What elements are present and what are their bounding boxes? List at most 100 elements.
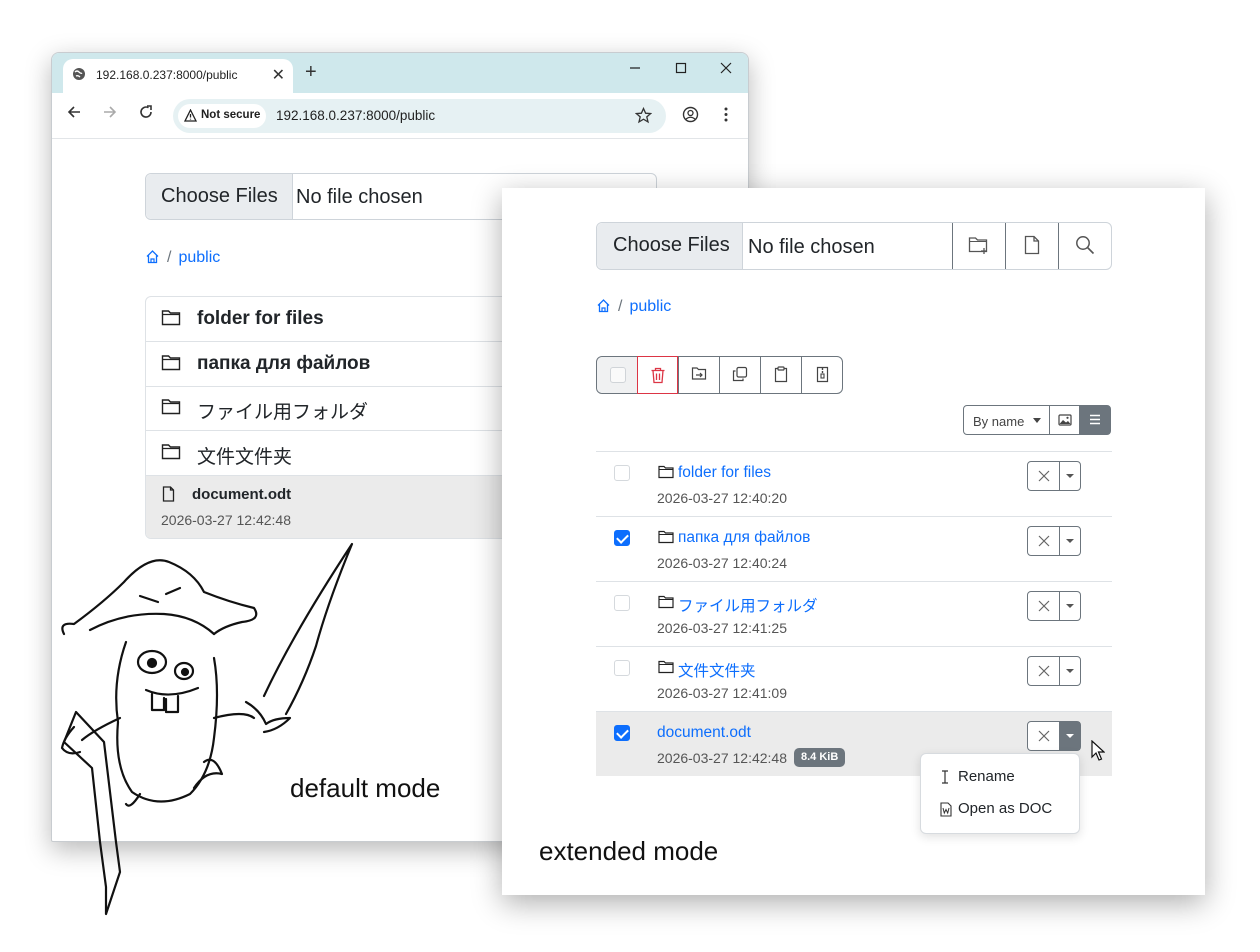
table-row[interactable]: папка для файлов 2026-03-27 12:40:24 bbox=[596, 516, 1112, 581]
search-icon bbox=[1059, 235, 1111, 255]
row-action-group bbox=[1027, 591, 1081, 621]
new-file-icon bbox=[1006, 235, 1058, 255]
paste-icon bbox=[761, 366, 801, 383]
row-menu-toggle[interactable] bbox=[1059, 722, 1080, 750]
move-icon bbox=[679, 366, 719, 381]
account-icon[interactable] bbox=[682, 106, 699, 123]
star-icon[interactable] bbox=[635, 107, 652, 124]
maximize-icon[interactable] bbox=[675, 62, 687, 74]
row-action-group bbox=[1027, 721, 1081, 751]
browser-tab[interactable]: 192.168.0.237:8000/public ✕ bbox=[63, 59, 293, 93]
table-row[interactable]: 文件文件夹 2026-03-27 12:41:09 bbox=[596, 646, 1112, 711]
row-action-group bbox=[1027, 461, 1081, 491]
back-icon[interactable] bbox=[67, 105, 81, 119]
image-view-button[interactable] bbox=[1049, 405, 1080, 435]
breadcrumb-current[interactable]: public bbox=[178, 249, 220, 266]
zip-icon bbox=[802, 366, 842, 383]
item-name-link[interactable]: document.odt bbox=[657, 724, 751, 742]
delete-selected-button[interactable] bbox=[637, 356, 678, 394]
menu-item-rename[interactable]: Rename bbox=[921, 762, 1079, 792]
breadcrumb-separator: / bbox=[167, 249, 172, 266]
no-file-chosen-label: No file chosen bbox=[748, 236, 875, 258]
folder-icon bbox=[161, 309, 181, 326]
breadcrumb: / public bbox=[596, 298, 671, 316]
sort-dropdown[interactable]: By name bbox=[963, 405, 1050, 435]
pirate-doodle-illustration bbox=[54, 542, 364, 922]
item-date: 2026-03-27 12:40:20 bbox=[657, 490, 787, 506]
archive-button[interactable] bbox=[801, 356, 842, 394]
extended-mode-panel: Choose Files No file chosen / public By … bbox=[502, 188, 1205, 895]
menu-item-open-as-doc[interactable]: Open as DOC bbox=[921, 794, 1079, 824]
folder-name: 文件文件夹 bbox=[197, 447, 293, 468]
table-row[interactable]: folder for files 2026-03-27 12:40:20 bbox=[596, 451, 1112, 516]
image-view-icon bbox=[1050, 414, 1079, 426]
item-date: 2026-03-27 12:42:48 bbox=[657, 750, 787, 766]
new-tab-button[interactable]: + bbox=[305, 61, 317, 84]
copy-button[interactable] bbox=[719, 356, 760, 394]
kebab-menu-icon[interactable] bbox=[723, 106, 729, 123]
security-label: Not secure bbox=[201, 109, 261, 121]
row-checkbox[interactable] bbox=[614, 725, 630, 741]
item-name-link[interactable]: папка для файлов bbox=[678, 529, 810, 547]
row-checkbox[interactable] bbox=[614, 465, 630, 481]
warning-icon bbox=[184, 109, 197, 122]
home-icon[interactable] bbox=[145, 249, 160, 264]
mouse-pointer-icon bbox=[1091, 740, 1105, 762]
row-checkbox[interactable] bbox=[614, 660, 630, 676]
new-file-button[interactable] bbox=[1005, 223, 1058, 269]
choose-files-button[interactable]: Choose Files bbox=[146, 174, 293, 219]
delete-item-button[interactable] bbox=[1028, 527, 1059, 555]
reload-icon[interactable] bbox=[139, 105, 153, 119]
close-window-icon[interactable] bbox=[720, 62, 732, 74]
folder-name: ファイル用フォルダ bbox=[197, 402, 369, 423]
word-doc-icon bbox=[940, 802, 952, 817]
delete-item-button[interactable] bbox=[1028, 592, 1059, 620]
choose-files-button[interactable]: Choose Files bbox=[597, 223, 743, 269]
list-view-button[interactable] bbox=[1079, 405, 1111, 435]
folder-name: папка для файлов bbox=[197, 353, 371, 374]
browser-toolbar: Not secure 192.168.0.237:8000/public bbox=[52, 93, 748, 139]
close-tab-icon[interactable]: ✕ bbox=[272, 65, 285, 85]
row-checkbox[interactable] bbox=[614, 595, 630, 611]
security-chip[interactable]: Not secure bbox=[178, 104, 266, 128]
breadcrumb-current[interactable]: public bbox=[629, 298, 671, 315]
bulk-action-toolbar bbox=[596, 356, 843, 394]
new-folder-button[interactable] bbox=[952, 223, 1005, 269]
file-upload-input[interactable]: Choose Files No file chosen bbox=[596, 222, 1112, 270]
address-bar[interactable]: Not secure 192.168.0.237:8000/public bbox=[173, 99, 666, 133]
row-menu-toggle[interactable] bbox=[1059, 657, 1080, 685]
forward-icon[interactable] bbox=[103, 105, 117, 119]
copy-icon bbox=[720, 366, 760, 382]
row-checkbox[interactable] bbox=[614, 530, 630, 546]
close-icon bbox=[1028, 535, 1059, 547]
menu-item-label: Open as DOC bbox=[958, 800, 1053, 817]
tab-strip: 192.168.0.237:8000/public ✕ + bbox=[52, 53, 748, 93]
extended-mode-caption: extended mode bbox=[539, 836, 719, 866]
home-icon[interactable] bbox=[596, 298, 611, 313]
trash-icon bbox=[638, 367, 677, 384]
item-name-link[interactable]: ファイル用フォルダ bbox=[678, 594, 818, 616]
row-menu-toggle[interactable] bbox=[1059, 462, 1080, 490]
menu-item-label: Rename bbox=[958, 768, 1015, 785]
folder-icon bbox=[658, 660, 674, 674]
minimize-icon[interactable] bbox=[629, 62, 641, 74]
close-icon bbox=[1028, 470, 1059, 482]
row-menu-toggle[interactable] bbox=[1059, 527, 1080, 555]
delete-item-button[interactable] bbox=[1028, 722, 1059, 750]
select-all-checkbox[interactable] bbox=[597, 357, 638, 393]
close-icon bbox=[1028, 730, 1059, 742]
folder-icon bbox=[658, 530, 674, 544]
paste-button[interactable] bbox=[760, 356, 801, 394]
item-name-link[interactable]: 文件文件夹 bbox=[678, 659, 756, 681]
table-row[interactable]: ファイル用フォルダ 2026-03-27 12:41:25 bbox=[596, 581, 1112, 646]
delete-item-button[interactable] bbox=[1028, 657, 1059, 685]
move-button[interactable] bbox=[678, 356, 719, 394]
row-action-group bbox=[1027, 656, 1081, 686]
item-date: 2026-03-27 12:40:24 bbox=[657, 555, 787, 571]
delete-item-button[interactable] bbox=[1028, 462, 1059, 490]
row-menu-toggle[interactable] bbox=[1059, 592, 1080, 620]
breadcrumb-separator: / bbox=[618, 298, 623, 315]
search-button[interactable] bbox=[1058, 223, 1111, 269]
item-name-link[interactable]: folder for files bbox=[678, 464, 771, 482]
no-file-chosen-label: No file chosen bbox=[296, 186, 423, 208]
